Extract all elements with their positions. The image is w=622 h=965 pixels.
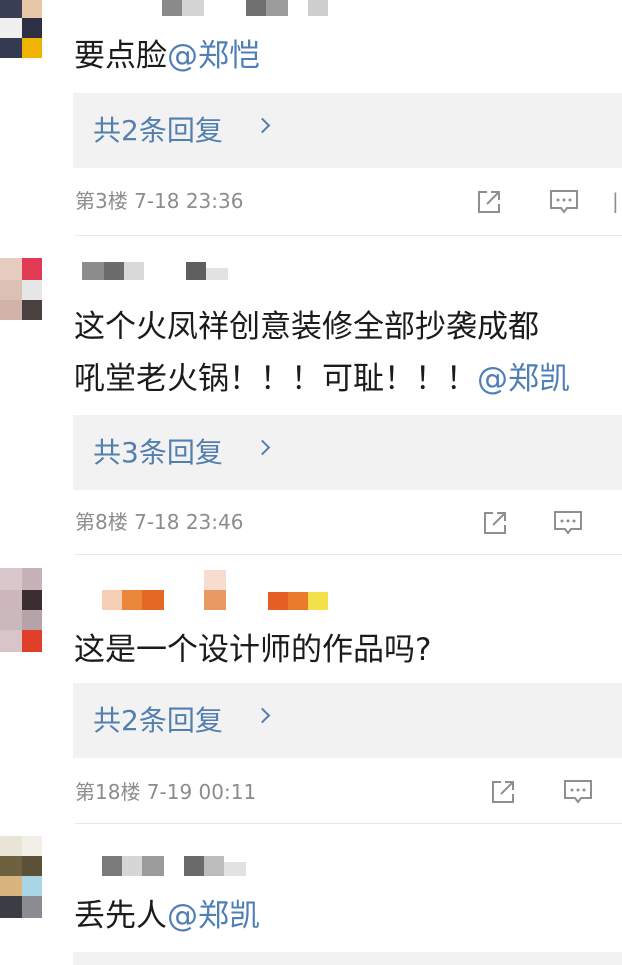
comment-text: 丢先人@郑凯 (74, 890, 622, 942)
avatar[interactable] (0, 836, 42, 918)
mention-link[interactable]: @郑凯 (167, 898, 260, 934)
floor-timestamp: 第3楼 7-18 23:36 (75, 189, 244, 213)
comment-icon[interactable] (563, 779, 593, 805)
view-replies-button[interactable]: 共2条回复 (73, 683, 622, 758)
comment-text: 这是一个设计师的作品吗? (74, 624, 622, 676)
mention-link[interactable]: @郑恺 (167, 38, 260, 74)
replies-count-label: 共2条回复 (93, 114, 223, 147)
view-replies-button[interactable] (73, 952, 622, 965)
avatar[interactable] (0, 258, 42, 320)
floor-timestamp: 第8楼 7-18 23:46 (75, 510, 244, 534)
share-icon[interactable] (482, 510, 508, 536)
chevron-right-icon (254, 439, 271, 456)
comment-body: 吼堂老火锅！！！可耻！！！ (74, 361, 477, 397)
share-icon[interactable] (490, 779, 516, 805)
divider (75, 235, 622, 236)
comment-icon[interactable] (549, 189, 579, 215)
replies-count-label: 共2条回复 (93, 704, 223, 737)
mention-link[interactable]: @郑凯 (477, 361, 570, 397)
comment-text-line: 吼堂老火锅！！！可耻！！！@郑凯 (74, 353, 622, 405)
divider (75, 823, 622, 824)
comment-body: 这是一个设计师的作品吗? (74, 632, 432, 668)
avatar[interactable] (0, 568, 42, 652)
comment-body: 丢先人 (74, 898, 167, 934)
view-replies-button[interactable]: 共3条回复 (73, 415, 622, 490)
floor-timestamp: 第18楼 7-19 00:11 (75, 780, 257, 804)
comment-body: 要点脸 (74, 38, 167, 74)
chevron-right-icon (254, 707, 271, 724)
replies-count-label: 共3条回复 (93, 436, 223, 469)
more-indicator: | (612, 189, 619, 213)
comment-text: 要点脸@郑恺 (74, 30, 622, 82)
share-icon[interactable] (476, 189, 502, 215)
view-replies-button[interactable]: 共2条回复 (73, 93, 622, 168)
avatar[interactable] (0, 0, 42, 58)
comment-icon[interactable] (553, 510, 583, 536)
comment-body: 这个火凤祥创意装修全部抄袭成都 (74, 309, 539, 345)
divider (75, 554, 622, 555)
comment-text-line: 这个火凤祥创意装修全部抄袭成都 (74, 301, 622, 353)
chevron-right-icon (254, 117, 271, 134)
